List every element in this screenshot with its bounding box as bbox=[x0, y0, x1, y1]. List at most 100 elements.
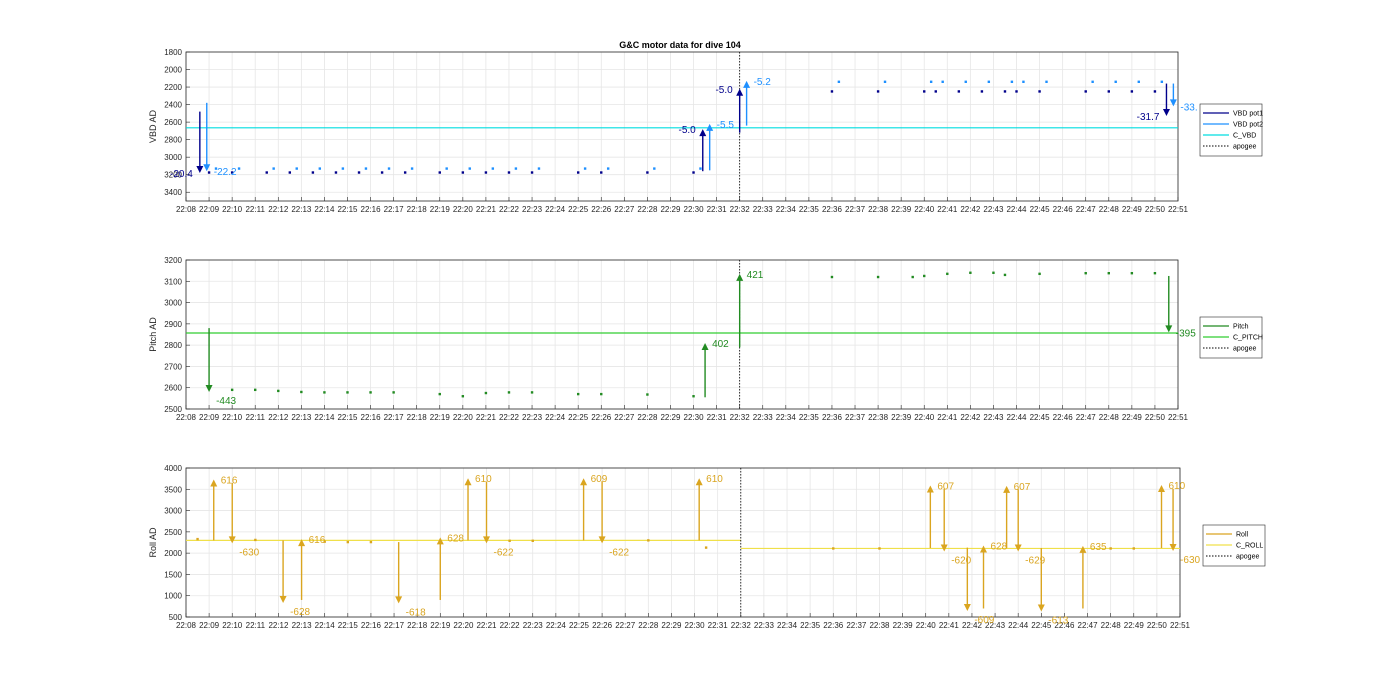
arrow-value-label: 607 bbox=[1014, 482, 1031, 493]
x-tick-label: 22:50 bbox=[1145, 205, 1166, 214]
x-tick-label: 22:51 bbox=[1170, 621, 1191, 630]
data-point bbox=[1109, 547, 1112, 550]
x-tick-label: 22:24 bbox=[546, 621, 567, 630]
y-tick-label: 2500 bbox=[164, 405, 182, 414]
x-tick-label: 22:44 bbox=[1008, 621, 1029, 630]
x-tick-label: 22:33 bbox=[753, 205, 774, 214]
data-point bbox=[334, 171, 338, 174]
data-point bbox=[980, 90, 984, 93]
x-tick-label: 22:34 bbox=[776, 205, 797, 214]
data-point bbox=[364, 167, 368, 170]
data-point bbox=[438, 171, 441, 174]
data-point bbox=[346, 391, 349, 394]
arrow-value-label: 610 bbox=[706, 474, 723, 485]
x-tick-label: 22:35 bbox=[799, 205, 820, 214]
x-tick-label: 22:18 bbox=[407, 413, 428, 422]
x-tick-label: 22:33 bbox=[754, 621, 775, 630]
x-tick-label: 22:19 bbox=[430, 621, 451, 630]
data-point bbox=[1003, 90, 1007, 93]
data-point bbox=[468, 167, 471, 170]
legend: Roll C_ROLLapogee bbox=[1202, 524, 1266, 567]
x-tick-label: 22:24 bbox=[545, 205, 566, 214]
data-point bbox=[1038, 272, 1041, 276]
arrow-value-label: 628 bbox=[447, 533, 464, 544]
data-point bbox=[830, 275, 834, 279]
data-point bbox=[537, 167, 541, 170]
data-point bbox=[531, 539, 534, 542]
arrow-value-label: -620 bbox=[951, 555, 971, 566]
x-tick-label: 22:31 bbox=[707, 413, 728, 422]
x-tick-label: 22:18 bbox=[407, 621, 428, 630]
x-tick-label: 22:45 bbox=[1030, 413, 1051, 422]
data-point bbox=[941, 80, 944, 83]
x-tick-label: 22:29 bbox=[660, 205, 681, 214]
data-point bbox=[318, 167, 322, 170]
x-tick-label: 22:30 bbox=[685, 621, 706, 630]
x-tick-label: 22:42 bbox=[960, 413, 981, 422]
data-point bbox=[653, 167, 656, 170]
x-tick-label: 22:39 bbox=[893, 621, 914, 630]
plot-area bbox=[186, 260, 1178, 409]
data-point bbox=[969, 271, 972, 274]
x-tick-label: 22:40 bbox=[916, 621, 937, 630]
arrow-value-label: -22.2 bbox=[214, 167, 237, 178]
data-point bbox=[704, 546, 708, 549]
data-point bbox=[837, 80, 841, 83]
arrow-value-label: -630 bbox=[239, 547, 259, 558]
x-tick-label: 22:26 bbox=[591, 413, 612, 422]
x-tick-label: 22:39 bbox=[891, 205, 912, 214]
data-point bbox=[934, 90, 937, 93]
data-point bbox=[699, 167, 702, 170]
data-point bbox=[207, 171, 211, 174]
data-point bbox=[600, 392, 603, 396]
x-tick-label: 22:16 bbox=[361, 621, 382, 630]
x-tick-label: 22:31 bbox=[708, 621, 729, 630]
y-tick-label: 1500 bbox=[164, 570, 182, 579]
figure-title: G&C motor data for dive 104 bbox=[619, 40, 741, 50]
data-point bbox=[295, 167, 298, 170]
x-tick-label: 22:45 bbox=[1030, 205, 1051, 214]
x-tick-label: 22:25 bbox=[568, 205, 589, 214]
arrow-value-label: 616 bbox=[309, 535, 326, 546]
x-tick-label: 22:47 bbox=[1076, 413, 1097, 422]
x-tick-label: 22:10 bbox=[222, 205, 243, 214]
legend: Pitch C_PITCHapogee bbox=[1199, 316, 1263, 359]
x-tick-label: 22:21 bbox=[476, 413, 497, 422]
x-tick-label: 22:14 bbox=[314, 413, 335, 422]
x-tick-label: 22:16 bbox=[361, 413, 382, 422]
x-tick-label: 22:35 bbox=[799, 413, 820, 422]
data-point bbox=[647, 539, 650, 542]
data-point bbox=[923, 274, 926, 278]
x-tick-label: 22:23 bbox=[523, 621, 544, 630]
legend-entry-label: apogee bbox=[1233, 144, 1256, 151]
data-point bbox=[254, 388, 257, 392]
panel-2: 22:08 22:09 22:10 22:11 22:12 22:13 22:14 22:15… bbox=[148, 256, 1263, 422]
x-tick-label: 22:38 bbox=[868, 205, 889, 214]
data-point bbox=[508, 539, 511, 542]
x-tick-label: 22:08 bbox=[176, 413, 197, 422]
y-tick-label: 3000 bbox=[164, 153, 182, 162]
x-tick-label: 22:46 bbox=[1053, 205, 1074, 214]
x-tick-label: 22:44 bbox=[1006, 205, 1027, 214]
data-point bbox=[911, 275, 914, 279]
data-point bbox=[514, 167, 518, 170]
y-tick-label: 3400 bbox=[164, 188, 182, 197]
x-tick-label: 22:36 bbox=[822, 205, 843, 214]
x-tick-label: 22:17 bbox=[384, 413, 405, 422]
arrow-value-label: 610 bbox=[1169, 481, 1186, 492]
data-point bbox=[1130, 90, 1134, 93]
data-point bbox=[600, 171, 603, 174]
x-tick-label: 22:39 bbox=[891, 413, 912, 422]
data-point bbox=[1015, 90, 1018, 93]
x-tick-label: 22:48 bbox=[1099, 205, 1120, 214]
x-tick-label: 22:22 bbox=[499, 205, 520, 214]
data-point bbox=[1132, 547, 1135, 550]
y-tick-label: 2500 bbox=[164, 528, 182, 537]
data-point bbox=[992, 271, 995, 274]
x-tick-label: 22:08 bbox=[176, 621, 197, 630]
x-tick-label: 22:14 bbox=[314, 205, 335, 214]
x-tick-label: 22:20 bbox=[453, 413, 474, 422]
x-tick-label: 22:15 bbox=[337, 413, 358, 422]
data-point bbox=[357, 171, 361, 174]
x-tick-label: 22:32 bbox=[730, 205, 751, 214]
